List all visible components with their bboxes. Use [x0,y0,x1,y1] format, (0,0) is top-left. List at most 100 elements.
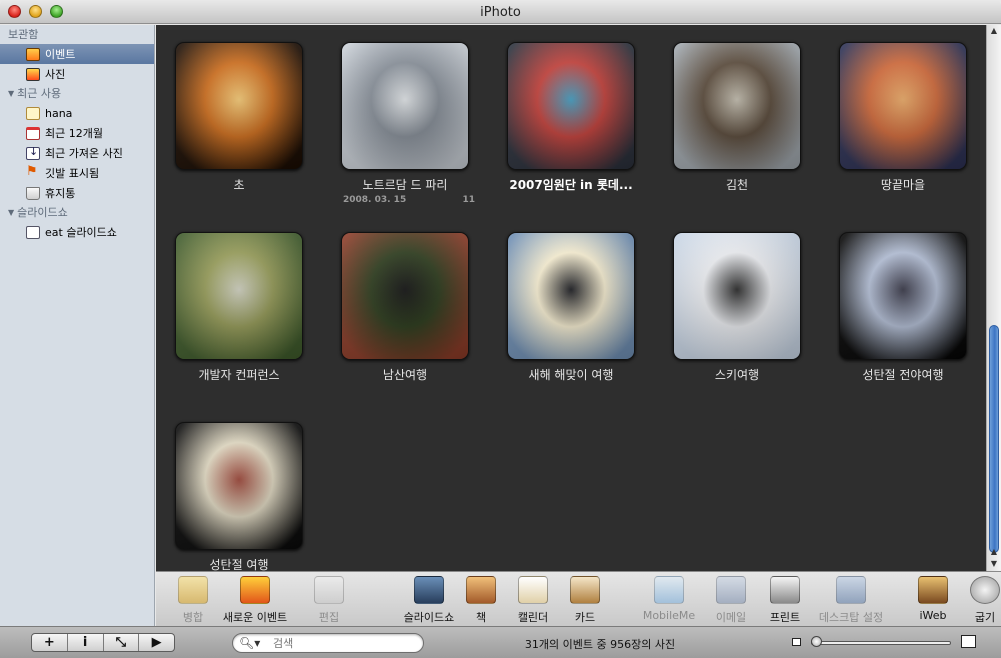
calendar-icon [26,126,40,140]
bottom-toolbar: 병합 새로운 이벤트 편집 슬라이드쇼 책 캘린더 카드 MobileMe 이메일 프린트 데스크탑… [156,571,1001,626]
event-title[interactable]: 남산여행 [335,366,475,383]
event-thumbnail[interactable] [673,42,801,170]
events-grid: 초 노트르담 드 파리 2008. 03. 15 11 2007임원단 in 롯데...… [156,25,986,571]
sidebar-section-header[interactable]: ▼ 슬라이드쇼 [0,203,154,222]
search-field[interactable]: 🔍︎▾ [232,633,424,653]
flag-icon [26,164,40,180]
event-thumbnail[interactable] [175,232,303,360]
sidebar-item-label: 이벤트 [45,48,76,61]
book-icon [466,576,496,604]
burn-icon [970,576,1000,604]
event-photo-count: 11 [462,195,475,205]
event-title[interactable]: 새해 해맞이 여행 [501,366,641,383]
toolbar-button[interactable]: 병합 [158,572,228,627]
event-title[interactable]: 개발자 컨퍼런스 [169,366,309,383]
sidebar-section-label: 슬라이드쇼 [17,206,68,219]
iweb-icon [918,576,948,604]
add-button[interactable]: + [32,634,68,651]
event-thumbnail[interactable] [839,42,967,170]
toolbar-button-label: MobileMe [642,609,696,622]
photos-icon [26,67,40,81]
event-title[interactable]: 2007임원단 in 롯데... [501,176,641,193]
event-title[interactable]: 초 [169,176,309,193]
sidebar-item[interactable]: 최근 가져온 사진 [0,143,154,163]
scroll-up-arrow-bottom[interactable]: ▲ [987,546,1001,558]
thumbnail-gloss [674,43,800,169]
event-thumbnail[interactable] [839,232,967,360]
title-bar: iPhoto [0,0,1001,24]
thumbnail-gloss [674,233,800,359]
thumbnail-gloss [176,233,302,359]
toolbar-button[interactable]: 프린트 [750,572,820,627]
search-input[interactable] [273,635,413,651]
event-title[interactable]: 노트르담 드 파리 [335,176,475,193]
album-icon [26,106,40,120]
sidebar-item-label: 최근 12개월 [45,127,103,140]
event-thumbnail[interactable] [175,42,303,170]
scroll-up-arrow[interactable]: ▲ [987,25,1001,37]
source-actions: + i ⤡ ▶ [31,633,175,652]
event-thumbnail[interactable] [341,232,469,360]
disclosure-triangle-icon[interactable]: ▼ [8,203,14,222]
thumbnail-gloss [176,43,302,169]
sidebar-item[interactable]: 깃발 표시됨 [0,163,154,183]
info-button[interactable]: i [68,634,104,651]
event-thumbnail[interactable] [175,422,303,550]
toolbar-button[interactable]: 편집 [294,572,364,627]
event-thumbnail[interactable] [341,42,469,170]
sidebar-section-header[interactable]: ▼ 최근 사용 [0,84,154,103]
event-title[interactable]: 스키여행 [667,366,807,383]
zoom-slider[interactable] [811,641,951,645]
sidebar-item-label: 최근 가져온 사진 [45,147,123,160]
toolbar-button[interactable]: 새로운 이벤트 [220,572,290,627]
event-title[interactable]: 성탄절 전야여행 [833,366,973,383]
vertical-scrollbar[interactable]: ▲ ▲ ▼ [986,25,1001,571]
play-slideshow-button[interactable]: ▶ [139,634,174,651]
sidebar-item[interactable]: 휴지통 [0,183,154,203]
fullscreen-button[interactable]: ⤡ [104,634,140,651]
sidebar-item[interactable]: 이벤트 [0,44,154,64]
event-thumbnail[interactable] [507,42,635,170]
toolbar-button-label: 프린트 [769,611,801,624]
toolbar-button[interactable]: 굽기 [950,572,1001,627]
toolbar-button[interactable]: MobileMe [634,572,704,627]
zoom-slider-knob[interactable] [811,636,822,647]
sidebar-item[interactable]: 사진 [0,64,154,84]
edit-icon [314,576,344,604]
event-date: 2008. 03. 15 [343,195,407,205]
thumbnail-gloss [508,43,634,169]
large-thumbnail-icon[interactable] [961,635,976,648]
sidebar-item[interactable]: eat 슬라이드쇼 [0,222,154,242]
small-thumbnail-icon[interactable] [792,638,801,646]
sidebar-item-label: 사진 [45,68,66,81]
event-thumbnail[interactable] [673,232,801,360]
toolbar-button-label: 데스크탑 설정 [818,611,884,624]
merge-icon [178,576,208,604]
event-title[interactable]: 김천 [667,176,807,193]
toolbar-button-label: 병합 [182,611,204,624]
sidebar-section-header[interactable]: 보관함 [0,25,154,44]
card-icon [570,576,600,604]
window-title: iPhoto [480,5,521,20]
slideshow-icon [414,576,444,604]
status-bar: +i⤡▶ 🔍︎▾ 31개의 이벤트 중 956장의 사진 [0,626,1001,658]
toolbar-button[interactable]: 데스크탑 설정 [816,572,886,627]
event-title[interactable]: 땅끝마을 [833,176,973,193]
new-event-icon [240,576,270,604]
sidebar-item[interactable]: 최근 12개월 [0,123,154,143]
toolbar-button-label: 카드 [574,611,596,624]
thumbnail-gloss [342,233,468,359]
toolbar-button-label: 새로운 이벤트 [222,611,288,624]
slideshow-icon [26,225,40,239]
disclosure-triangle-icon[interactable]: ▼ [8,84,14,103]
scroll-thumb[interactable] [989,325,999,553]
search-icon[interactable]: 🔍︎▾ [239,636,260,650]
scroll-down-arrow[interactable]: ▼ [987,558,1001,570]
email-icon [716,576,746,604]
thumbnail-gloss [840,43,966,169]
event-thumbnail[interactable] [507,232,635,360]
event-title[interactable]: 성탄절 여행 [169,556,309,571]
sidebar-item[interactable]: hana [0,103,154,123]
import-icon [26,145,40,160]
toolbar-button[interactable]: 카드 [550,572,620,627]
